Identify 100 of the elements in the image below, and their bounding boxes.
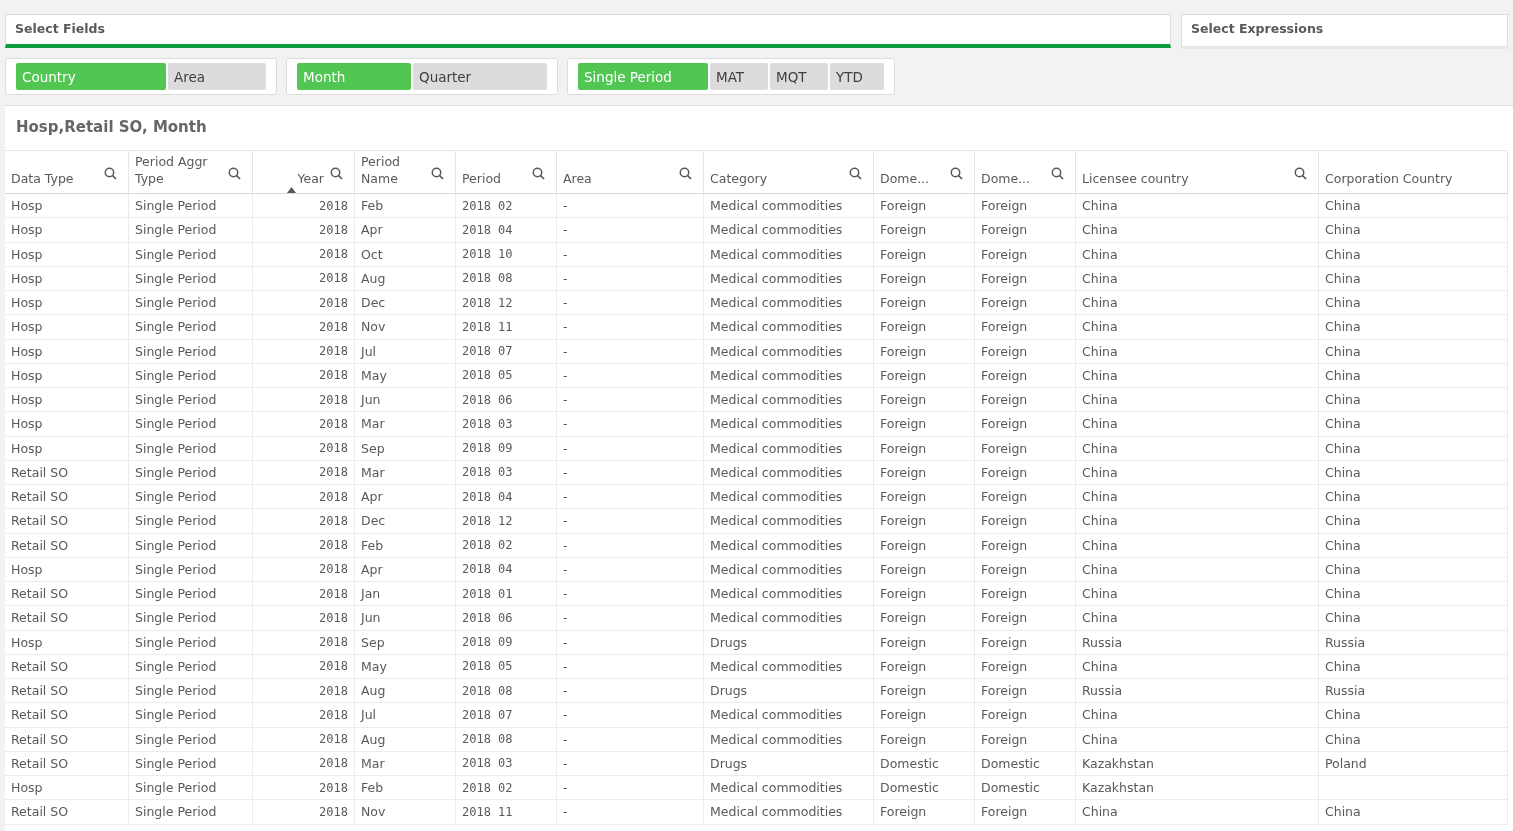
table-cell: Hosp xyxy=(5,412,129,437)
table-cell: Medical commodities xyxy=(704,582,874,607)
toggle-option[interactable]: YTD xyxy=(830,63,884,90)
search-icon[interactable] xyxy=(104,167,117,180)
table-cell: 2018 06 xyxy=(456,606,557,631)
tab[interactable]: Select Fields xyxy=(5,14,1171,48)
table-cell: Single Period xyxy=(129,412,253,437)
table-cell: - xyxy=(557,582,704,607)
column-header[interactable]: Period Aggr Type xyxy=(129,150,253,194)
table-cell: - xyxy=(557,363,704,388)
column-header[interactable]: Period xyxy=(456,150,557,194)
table-cell: 2018 xyxy=(253,242,355,267)
table-cell: Single Period xyxy=(129,291,253,316)
table-cell: 2018 xyxy=(253,800,355,825)
column-header[interactable]: Data Type xyxy=(5,150,129,194)
column-header[interactable]: Area xyxy=(557,150,704,194)
table-cell: Single Period xyxy=(129,654,253,679)
search-icon[interactable] xyxy=(679,167,692,180)
table-cell: Foreign xyxy=(975,242,1076,267)
table-cell: China xyxy=(1076,509,1319,534)
search-icon[interactable] xyxy=(532,167,545,180)
table-cell: Foreign xyxy=(975,315,1076,340)
column-header[interactable]: Licensee country xyxy=(1076,150,1319,194)
column-header[interactable]: Dome... xyxy=(874,150,975,194)
table-cell: - xyxy=(557,727,704,752)
table-cell: Single Period xyxy=(129,485,253,510)
search-icon[interactable] xyxy=(330,167,343,180)
search-icon[interactable] xyxy=(1294,167,1307,180)
column-header[interactable]: Category xyxy=(704,150,874,194)
table-cell: Foreign xyxy=(874,800,975,825)
table-cell: - xyxy=(557,751,704,776)
table-cell: Medical commodities xyxy=(704,509,874,534)
table-cell: Dec xyxy=(355,291,456,316)
table-cell: 2018 02 xyxy=(456,776,557,801)
column-header[interactable]: Period Name xyxy=(355,150,456,194)
toggle-option[interactable]: MQT xyxy=(770,63,828,90)
table-cell: - xyxy=(557,242,704,267)
table-cell: China xyxy=(1319,242,1508,267)
table-cell: 2018 06 xyxy=(456,388,557,413)
table-cell: 2018 05 xyxy=(456,654,557,679)
table-cell: Hosp xyxy=(5,630,129,655)
table-cell: 2018 xyxy=(253,194,355,219)
table-cell: China xyxy=(1319,266,1508,291)
search-icon[interactable] xyxy=(950,167,963,180)
table-cell: Foreign xyxy=(975,485,1076,510)
table-cell: - xyxy=(557,412,704,437)
table-cell: - xyxy=(557,315,704,340)
table-cell: - xyxy=(557,533,704,558)
table-cell: Single Period xyxy=(129,751,253,776)
table-cell: 2018 xyxy=(253,751,355,776)
table-cell: China xyxy=(1319,727,1508,752)
table-cell: Single Period xyxy=(129,557,253,582)
toggle-option[interactable]: Quarter xyxy=(413,63,547,90)
table-cell: 2018 07 xyxy=(456,339,557,364)
table-cell: Hosp xyxy=(5,776,129,801)
table-cell: Drugs xyxy=(704,679,874,704)
table-cell: Russia xyxy=(1319,679,1508,704)
table-cell: Foreign xyxy=(975,460,1076,485)
search-icon[interactable] xyxy=(1051,167,1064,180)
table-cell: - xyxy=(557,800,704,825)
column-header[interactable]: Dome... xyxy=(975,150,1076,194)
table-cell: Retail SO xyxy=(5,509,129,534)
column-header[interactable]: Corporation Country xyxy=(1319,150,1508,194)
table-cell: Foreign xyxy=(975,266,1076,291)
table-cell: 2018 xyxy=(253,679,355,704)
table-cell: 2018 xyxy=(253,485,355,510)
table-cell: China xyxy=(1319,557,1508,582)
table-cell: 2018 07 xyxy=(456,703,557,728)
table-cell: Foreign xyxy=(975,509,1076,534)
table-cell: 2018 11 xyxy=(456,315,557,340)
table-cell: Nov xyxy=(355,800,456,825)
table-cell: Retail SO xyxy=(5,727,129,752)
table-cell: Single Period xyxy=(129,630,253,655)
table-cell: Foreign xyxy=(874,727,975,752)
column-header[interactable]: Year xyxy=(253,150,355,194)
table-cell: 2018 xyxy=(253,557,355,582)
table-cell: Kazakhstan xyxy=(1076,751,1319,776)
table-cell: Medical commodities xyxy=(704,194,874,219)
table-cell: Jul xyxy=(355,339,456,364)
table-cell: Single Period xyxy=(129,242,253,267)
table-cell: Foreign xyxy=(874,436,975,461)
toggle-option[interactable]: MAT xyxy=(710,63,768,90)
search-icon[interactable] xyxy=(849,167,862,180)
tab[interactable]: Select Expressions xyxy=(1181,14,1508,49)
table-cell: China xyxy=(1319,509,1508,534)
table-cell: 2018 xyxy=(253,582,355,607)
search-icon[interactable] xyxy=(431,167,444,180)
table-cell: Single Period xyxy=(129,315,253,340)
table-cell: Foreign xyxy=(874,315,975,340)
table-cell: Jun xyxy=(355,606,456,631)
table-cell: Medical commodities xyxy=(704,654,874,679)
table-cell: China xyxy=(1319,363,1508,388)
toggle-option[interactable]: Area xyxy=(168,63,266,90)
table-cell: Foreign xyxy=(975,291,1076,316)
table-cell: 2018 xyxy=(253,436,355,461)
table-cell: Retail SO xyxy=(5,460,129,485)
table-cell: Retail SO xyxy=(5,654,129,679)
search-icon[interactable] xyxy=(228,167,241,180)
table-cell: Foreign xyxy=(975,436,1076,461)
table-cell: Foreign xyxy=(874,218,975,243)
